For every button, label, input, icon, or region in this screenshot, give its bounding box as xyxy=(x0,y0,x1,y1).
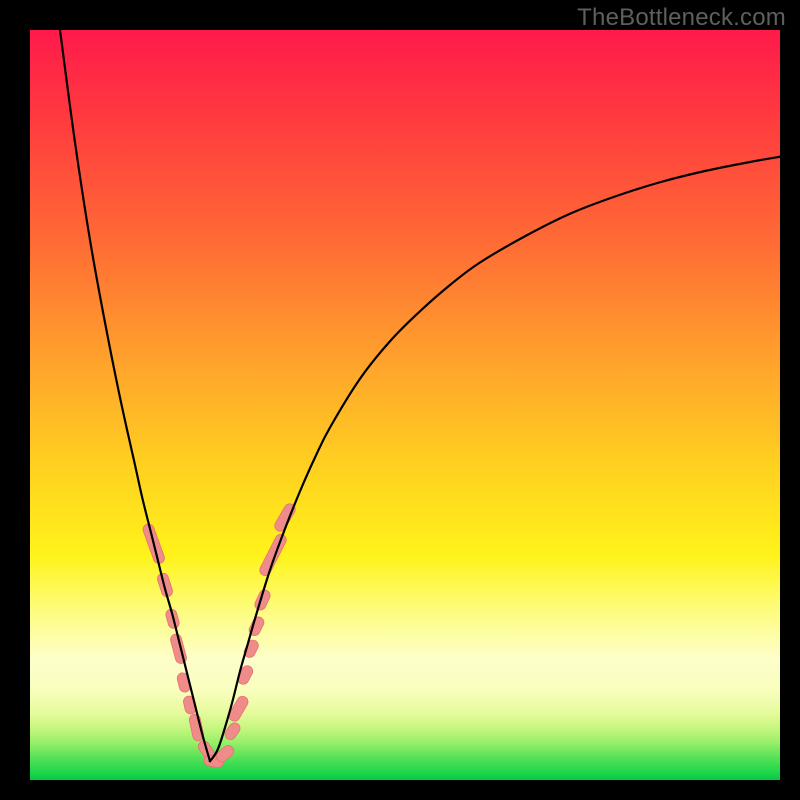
watermark-text: TheBottleneck.com xyxy=(577,4,786,32)
marker-pill xyxy=(258,532,288,577)
marker-layer xyxy=(142,502,298,769)
chart-svg xyxy=(30,30,780,780)
curve-left-branch xyxy=(60,30,210,761)
plot-area xyxy=(30,30,780,780)
outer-frame: TheBottleneck.com xyxy=(0,0,800,800)
curve-right-branch xyxy=(210,157,780,762)
